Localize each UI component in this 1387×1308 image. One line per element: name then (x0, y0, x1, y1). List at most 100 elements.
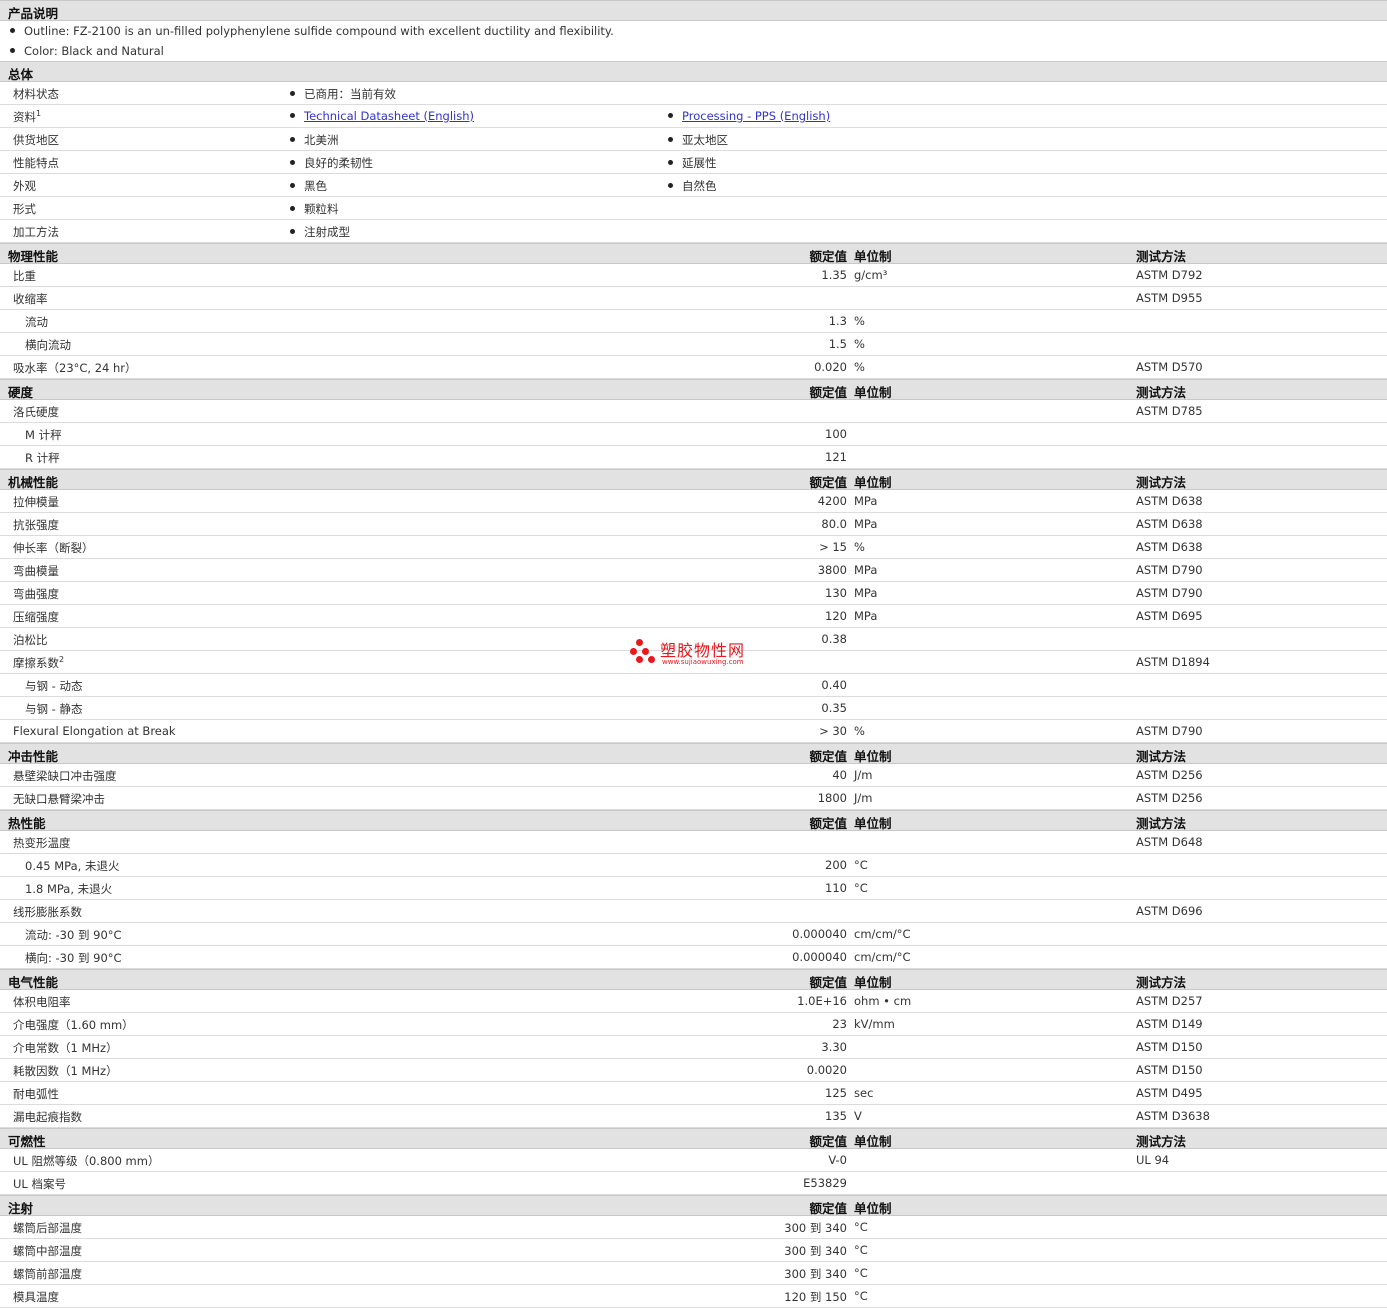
property-name: UL 阻燃等级（0.800 mm） (13, 1153, 159, 1169)
property-name: Flexural Elongation at Break (13, 724, 176, 738)
general-row: 性能特点 良好的柔韧性 延展性 (0, 151, 1387, 174)
bullet-icon (290, 206, 295, 211)
property-row: 吸水率（23°C, 24 hr） 0.020% ASTM D570 (0, 356, 1387, 379)
property-name: 漏电起痕指数 (13, 1109, 82, 1125)
test-method: ASTM D495 (1136, 1086, 1203, 1100)
bullet-icon (10, 28, 15, 33)
watermark-url: www.sujiaowuxing.com (662, 658, 744, 666)
property-name: 介电常数（1 MHz） (13, 1040, 118, 1056)
test-method: ASTM D638 (1136, 540, 1203, 554)
test-method: ASTM D955 (1136, 291, 1203, 305)
section-title: 注射 (8, 1201, 34, 1216)
document-link[interactable]: Processing - PPS (English) (682, 109, 830, 123)
property-name: 热变形温度 (13, 835, 71, 851)
property-name: 无缺口悬臂梁冲击 (13, 791, 105, 807)
general-label: 形式 (13, 201, 36, 217)
property-row: 弯曲模量 3800 MPa ASTM D790 (0, 559, 1387, 582)
column-header-unit: 单位制 (854, 816, 892, 831)
test-method: ASTM D570 (1136, 360, 1203, 374)
general-value-text: 亚太地区 (682, 133, 728, 147)
general-label-text: 形式 (13, 202, 36, 216)
document-link[interactable]: Technical Datasheet (English) (304, 109, 474, 123)
property-value: 23 (832, 1017, 847, 1031)
property-name: 介电强度（1.60 mm） (13, 1017, 134, 1033)
property-name: 螺筒中部温度 (13, 1243, 82, 1259)
property-row: Flexural Elongation at Break > 30% ASTM D7… (0, 720, 1387, 743)
property-name: 0.45 MPa, 未退火 (25, 858, 119, 874)
column-header-value: 额定值 (809, 816, 847, 831)
property-unit: °C (854, 1289, 868, 1303)
property-row: 耐电弧性 125 sec ASTM D495 (0, 1082, 1387, 1105)
property-unit: MPa (854, 609, 878, 623)
column-header-unit: 单位制 (854, 1134, 892, 1149)
bullet-icon (290, 113, 295, 118)
bullet-icon (10, 48, 15, 53)
property-name-text: 与钢 - 静态 (25, 702, 83, 716)
property-name-text: 弯曲模量 (13, 564, 59, 578)
property-name-text: 体积电阻率 (13, 995, 71, 1009)
general-label: 材料状态 (13, 86, 59, 102)
test-method: ASTM D149 (1136, 1017, 1203, 1031)
general-value-text: 延展性 (682, 156, 717, 170)
property-name: M 计秤 (25, 427, 62, 443)
bullet-icon (668, 137, 673, 142)
property-name: 1.8 MPa, 未退火 (25, 881, 112, 897)
property-row: 压缩强度 120 MPa ASTM D695 (0, 605, 1387, 628)
section-title: 电气性能 (8, 975, 59, 990)
property-value: 3800 (817, 563, 847, 577)
property-unit: % (854, 337, 865, 351)
property-row: 洛氏硬度 ASTM D785 (0, 400, 1387, 423)
general-value-text: 良好的柔韧性 (304, 156, 373, 170)
column-header-unit: 单位制 (854, 475, 892, 490)
property-unit: J/m (854, 791, 873, 805)
property-name-text: 耗散因数（1 MHz） (13, 1064, 118, 1078)
property-value: 1800 (817, 791, 847, 805)
property-value: 4200 (817, 494, 847, 508)
property-row: 悬壁梁缺口冲击强度 40 J/m ASTM D256 (0, 764, 1387, 787)
column-header-value: 额定值 (809, 385, 847, 400)
property-unit: MPa (854, 563, 878, 577)
section-title: 可燃性 (8, 1134, 46, 1149)
property-value: V-0 (828, 1153, 847, 1167)
property-unit: % (854, 540, 865, 554)
property-value: 0.000040 (792, 950, 847, 964)
property-name-text: 漏电起痕指数 (13, 1110, 82, 1124)
general-value-text: 已商用：当前有效 (304, 87, 396, 101)
property-row: 拉伸模量 4200 MPa ASTM D638 (0, 490, 1387, 513)
property-name: UL 档案号 (13, 1176, 66, 1192)
property-unit: ohm • cm (854, 994, 912, 1008)
column-header-value: 额定值 (809, 1134, 847, 1149)
property-value: E53829 (803, 1176, 847, 1190)
bullet-icon (668, 113, 673, 118)
property-value: 0.35 (821, 701, 847, 715)
property-unit: sec (854, 1086, 874, 1100)
property-row: UL 档案号 E53829 (0, 1172, 1387, 1195)
property-value: 300 到 340 (784, 1244, 847, 1258)
property-row: 模具温度 120 到 150 °C (0, 1285, 1387, 1308)
property-name: 吸水率（23°C, 24 hr） (13, 360, 137, 376)
property-row: 螺筒后部温度 300 到 340 °C (0, 1216, 1387, 1239)
section-header: 机械性能 额定值 单位制 测试方法 (0, 469, 1387, 490)
column-header-unit: 单位制 (854, 385, 892, 400)
general-label: 外观 (13, 178, 36, 194)
property-row: 螺筒前部温度 300 到 340 °C (0, 1262, 1387, 1285)
bullet-icon (290, 91, 295, 96)
property-value: 130 (825, 586, 847, 600)
column-header-value: 额定值 (809, 975, 847, 990)
section-header: 注射 额定值 单位制 (0, 1195, 1387, 1216)
property-name: 洛氏硬度 (13, 404, 59, 420)
property-value: 125 (825, 1086, 847, 1100)
section-header-general: 总体 (0, 61, 1387, 82)
general-value: 注射成型 (290, 224, 350, 240)
property-name: 横向: -30 到 90°C (25, 950, 122, 966)
property-name: 压缩强度 (13, 609, 59, 625)
general-label: 性能特点 (13, 155, 59, 171)
general-value: 良好的柔韧性 (290, 155, 373, 171)
property-name-text: UL 阻燃等级（0.800 mm） (13, 1154, 160, 1168)
property-row: UL 阻燃等级（0.800 mm） V-0 UL 94 (0, 1149, 1387, 1172)
property-value: 0.020 (814, 360, 847, 374)
datasheet-page: 产品说明 Outline: FZ-2100 is an un-filled po… (0, 0, 1387, 1308)
general-label: 供货地区 (13, 132, 59, 148)
property-value: 200 (825, 858, 847, 872)
property-name: 弯曲强度 (13, 586, 59, 602)
